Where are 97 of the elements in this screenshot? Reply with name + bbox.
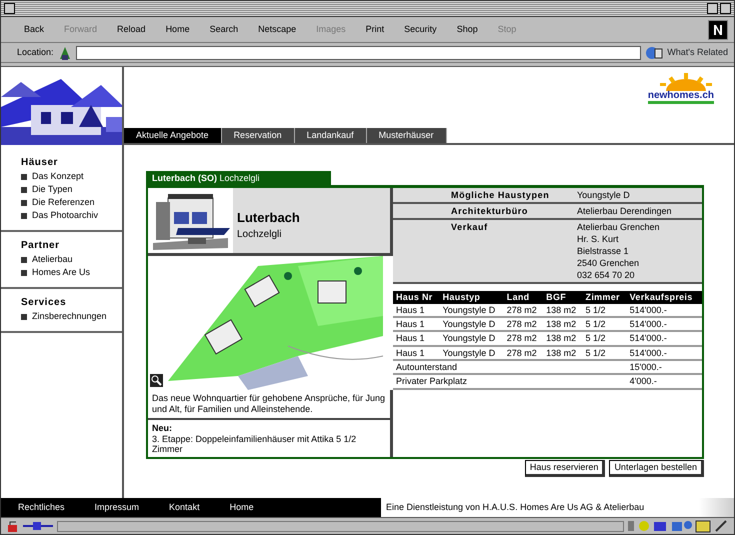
browser-logo-icon [708,20,728,40]
table-cell: Youngstyle D [440,317,504,332]
table-cell: 5 1/2 [582,346,627,360]
action-button[interactable]: Haus reservieren [524,460,606,477]
table-cell: 514'000.- [626,331,702,346]
table-cell: Youngstyle D [440,304,504,318]
table-cell: 278 m2 [504,331,544,346]
bullet-icon [21,200,27,206]
column-header: Verkaufspreis [626,291,702,304]
project-title: Luterbach [237,211,301,226]
bullet-icon [21,270,27,276]
table-cell: Haus 1 [393,317,440,332]
bullet-icon [21,256,27,262]
table-cell: Youngstyle D [440,331,504,346]
table-cell: 138 m2 [543,317,583,332]
toolbar-button[interactable]: Shop [450,24,485,35]
toolbar-button[interactable]: Search [202,24,246,35]
table-cell: 5 1/2 [582,317,627,332]
info-value: 2540 Grenchen [577,257,640,270]
sidebar-link[interactable]: Die Referenzen [21,196,122,209]
info-label: Architekturbüro [450,205,530,218]
section-heading: Häuser [21,157,59,169]
project-subtitle: Lochzelgli [237,229,282,241]
info-label: Verkauf [450,221,489,234]
nav-tab[interactable]: Musterhäuser [366,128,447,143]
table-cell: Autounterstand [393,360,627,374]
footer-link[interactable]: Impressum [94,502,140,513]
bullet-icon [21,186,27,192]
table-cell: 514'000.- [626,346,702,360]
table-cell: Haus 1 [393,331,440,346]
magnify-icon[interactable] [150,374,163,388]
info-value: Hr. S. Kurt [577,233,620,246]
column-header: Land [504,291,544,304]
logo-text: newhomes.ch [648,91,714,104]
table-cell: 278 m2 [504,304,544,318]
table-cell: Haus 1 [393,346,440,360]
column-header: Zimmer [582,291,627,304]
action-button[interactable]: Unterlagen bestellen [609,460,704,477]
table-cell: Youngstyle D [440,346,504,360]
table-cell: 5 1/2 [582,331,627,346]
info-value: Youngstyle D [577,189,630,202]
toolbar-button[interactable]: Netscape [251,24,304,35]
table-cell: 278 m2 [504,346,544,360]
sidebar-link[interactable]: Das Konzept [21,170,122,183]
toolbar-button[interactable]: Back [17,24,52,35]
sun-icon [658,73,714,91]
table-cell: 278 m2 [504,317,544,332]
sidebar-link[interactable]: Homes Are Us [21,266,122,279]
address-field[interactable] [76,46,642,60]
table-cell: 138 m2 [543,346,583,360]
table-cell: 514'000.- [626,304,702,318]
location-label: Location: [17,47,54,58]
info-value: 032 654 70 20 [577,269,636,282]
table-cell: 5 1/2 [582,304,627,318]
nav-tab[interactable]: Landankauf [294,128,367,143]
bullet-icon [21,314,27,320]
bullet-icon [21,212,27,218]
column-header: Haus Nr [393,291,440,304]
description-text: Das neue Wohnquartier für gehobene Ansprüche, für Jung und Alt, für Familien und Alleinstehende. [148,390,390,420]
footer-link[interactable]: Kontakt [169,502,200,513]
news-text: 3. Etappe: Doppeleinfamilienhäuser mit Attika 5 1/2 Zimmer [152,434,358,454]
zoom-box[interactable] [706,3,718,14]
nav-tab[interactable]: Aktuelle Angebote [124,128,222,143]
close-box[interactable] [4,3,15,14]
table-cell: 4'000.- [626,374,702,389]
column-header: Haustyp [440,291,504,304]
bullet-icon [21,174,27,180]
toolbar-button[interactable]: Print [358,24,392,35]
table-cell: Haus 1 [393,304,440,318]
table-cell: 514'000.- [626,317,702,332]
table-cell: Privater Parkplatz [393,374,627,389]
toolbar-button[interactable]: Reload [110,24,153,35]
nav-tab[interactable]: Reservation [222,128,295,143]
credit-text: Eine Dienstleistung von H.A.U.S. Homes Are Us AG & Atelierbau [386,502,644,513]
sidebar-link[interactable]: Das Photoarchiv [21,209,122,222]
toolbar-button[interactable]: Security [397,24,444,35]
info-value: Atelierbau Derendingen [577,205,672,218]
sidebar-link[interactable]: Zinsberechnungen [21,310,122,323]
toolbar-button[interactable]: Home [158,24,197,35]
info-label: Mögliche Haustypen [450,189,550,202]
info-value: Atelierbau Grenchen [577,221,660,234]
sidebar-link[interactable]: Atelierbau [21,253,122,266]
table-cell: 138 m2 [543,304,583,318]
column-header: BGF [543,291,583,304]
collapse-box[interactable] [720,3,731,14]
table-cell: 138 m2 [543,331,583,346]
section-heading: Partner [21,240,61,252]
footer-link[interactable]: Rechtliches [18,502,65,513]
table-cell: 15'000.- [626,360,702,374]
whats-related-button[interactable]: What's Related [667,46,728,60]
globe-icon [645,44,664,60]
news-heading: Neu: [152,423,173,434]
info-value: Bielstrasse 1 [577,245,630,258]
sidebar-link[interactable]: Die Typen [21,183,122,196]
section-heading: Services [21,297,68,309]
footer-link[interactable]: Home [230,502,254,513]
lock-icon [7,520,19,532]
